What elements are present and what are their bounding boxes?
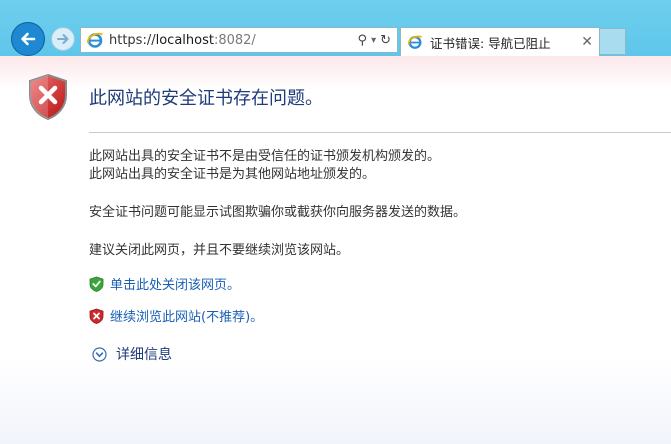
address-bar[interactable]: https://localhost:8082/ ⚲ ▾ ↻ bbox=[80, 27, 398, 53]
recommendation-text: 建议关闭此网页，并且不要继续浏览该网站。 bbox=[89, 243, 350, 258]
forward-button[interactable] bbox=[51, 27, 75, 51]
url-prefix: https:// bbox=[109, 32, 156, 48]
chevron-down-circle-icon bbox=[92, 346, 107, 362]
close-page-link[interactable]: 单击此处关闭该网页。 bbox=[110, 274, 240, 293]
tab-certificate-error[interactable]: 证书错误: 导航已阻止 ✕ bbox=[400, 27, 600, 56]
tab-title: 证书错误: 导航已阻止 bbox=[430, 35, 551, 51]
more-info-row[interactable]: 详细信息 bbox=[92, 344, 172, 364]
warning-line-3: 安全证书问题可能显示试图欺骗你或截获你向服务器发送的数据。 bbox=[89, 205, 467, 220]
page-content: 此网站的安全证书存在问题。 此网站出具的安全证书不是由受信任的证书颁发机构颁发的… bbox=[0, 56, 671, 444]
back-arrow-icon bbox=[21, 32, 36, 46]
back-button[interactable] bbox=[11, 22, 45, 56]
warning-line-1: 此网站出具的安全证书不是由受信任的证书颁发机构颁发的。 bbox=[89, 149, 441, 164]
refresh-icon[interactable]: ↻ bbox=[380, 33, 391, 48]
new-tab-button[interactable] bbox=[600, 28, 626, 55]
shield-check-icon bbox=[89, 276, 104, 292]
divider bbox=[89, 132, 671, 133]
tab-close-icon[interactable]: ✕ bbox=[581, 34, 593, 50]
continue-row[interactable]: 继续浏览此网站(不推荐)。 bbox=[89, 306, 263, 325]
url-rest: :8082/ bbox=[213, 32, 256, 48]
url-text[interactable]: https://localhost:8082/ bbox=[109, 33, 358, 48]
address-dropdown-icon[interactable]: ▾ bbox=[371, 35, 376, 46]
warning-line-2: 此网站出具的安全证书是为其他网站地址颁发的。 bbox=[89, 167, 376, 182]
search-icon[interactable]: ⚲ bbox=[358, 33, 368, 48]
shield-x-icon bbox=[89, 308, 104, 324]
url-host: localhost bbox=[155, 32, 214, 48]
page-title: 此网站的安全证书存在问题。 bbox=[89, 88, 323, 109]
browser-toolbar: https://localhost:8082/ ⚲ ▾ ↻ 证书错误: 导航已阻… bbox=[0, 0, 671, 56]
close-page-row[interactable]: 单击此处关闭该网页。 bbox=[89, 274, 240, 293]
more-info-link[interactable]: 详细信息 bbox=[116, 344, 172, 364]
tab-ie-logo-icon bbox=[404, 31, 426, 53]
forward-arrow-icon bbox=[57, 34, 69, 44]
continue-link[interactable]: 继续浏览此网站(不推荐)。 bbox=[110, 306, 263, 325]
shield-error-icon bbox=[29, 73, 67, 121]
ie-logo-icon bbox=[84, 29, 106, 51]
